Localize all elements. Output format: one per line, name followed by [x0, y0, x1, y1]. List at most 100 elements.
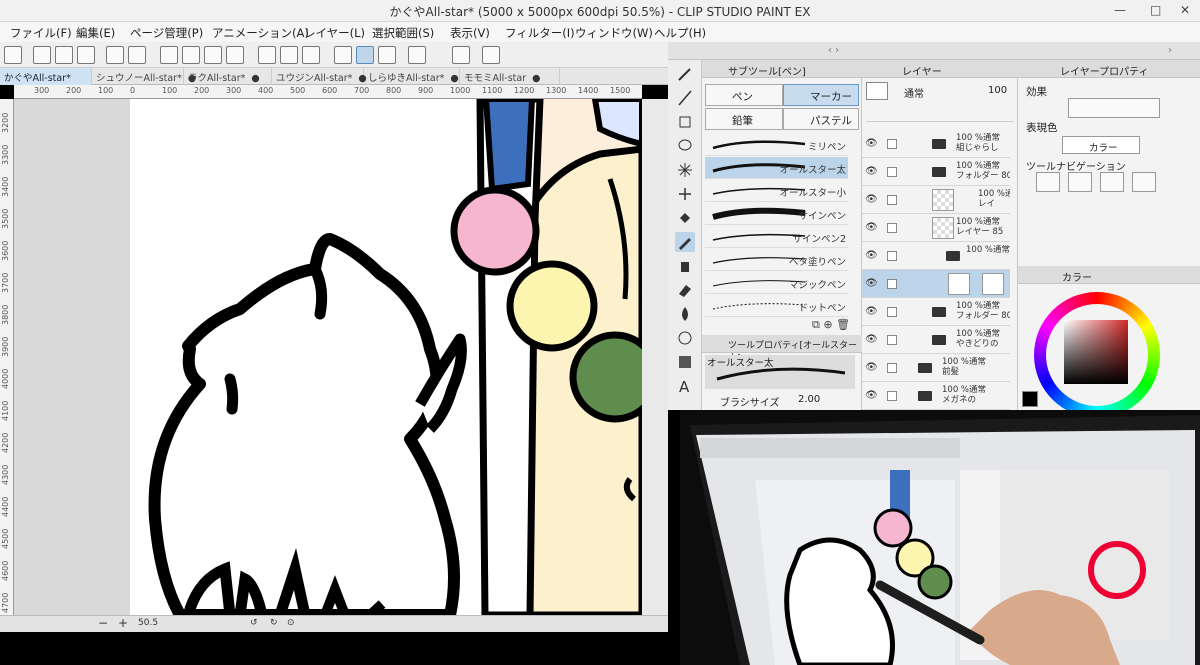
gradient-tool-icon[interactable] — [675, 352, 695, 372]
saturation-value-square[interactable] — [1064, 320, 1128, 384]
zoom-in-button[interactable]: + — [118, 616, 128, 630]
tab-shuno[interactable]: シュウノーAll-star* ● — [92, 68, 196, 85]
close-button[interactable]: ✕ — [1180, 3, 1190, 17]
color-wheel[interactable] — [1034, 292, 1160, 418]
tab-momomi[interactable]: モモミAll-star ● — [460, 68, 560, 85]
blend-tool-icon[interactable] — [675, 304, 695, 324]
brush-item[interactable]: サインペン2 — [705, 226, 848, 248]
menu-view[interactable]: 表示(V) — [450, 25, 490, 41]
eyedropper-tool-icon[interactable] — [675, 184, 695, 204]
brush-item-selected[interactable]: オールスター太 — [705, 157, 848, 179]
figure-tool-icon[interactable] — [675, 328, 695, 348]
airbrush-tool-icon[interactable] — [675, 256, 695, 276]
menu-filter[interactable]: フィルター(I) — [505, 25, 575, 41]
nav-operation-icon[interactable] — [1068, 172, 1092, 192]
layer-row[interactable]: 👁 100 %通常 フォルダー 80 — [862, 298, 1010, 326]
layer-row[interactable]: 👁 100 %通常 やきどりの — [862, 326, 1010, 354]
subtool-actions[interactable]: ⧉ ⊕ 🗑 — [812, 318, 850, 332]
transform-icon[interactable] — [226, 46, 244, 64]
effect-buttons[interactable] — [1068, 98, 1160, 118]
brush-item[interactable]: ドットペン — [705, 295, 848, 317]
maximize-button[interactable]: □ — [1150, 3, 1161, 17]
subtool-header: サブツール[ペン] — [702, 60, 862, 78]
nav-pen-icon[interactable] — [1132, 172, 1156, 192]
layer-row[interactable]: 👁 100 %通常 メガネの — [862, 382, 1010, 410]
menu-selection[interactable]: 選択範囲(S) — [372, 25, 434, 41]
menu-edit[interactable]: 編集(E) — [76, 25, 115, 41]
clear-outside-icon[interactable] — [182, 46, 200, 64]
nav-object-icon[interactable] — [1036, 172, 1060, 192]
rotate-right-icon[interactable]: ↻ — [270, 618, 278, 628]
eraser-tool-icon[interactable] — [675, 280, 695, 300]
brush-item[interactable]: マジックペン — [705, 272, 848, 294]
clear-icon[interactable] — [160, 46, 178, 64]
selection-border-icon[interactable] — [302, 46, 320, 64]
snap-special-ruler-icon[interactable] — [356, 46, 374, 64]
help-icon[interactable] — [482, 46, 500, 64]
brush-size-value[interactable]: 2.00 — [798, 394, 820, 405]
pen-tool-icon[interactable] — [675, 64, 695, 84]
nav-correct-line-icon[interactable] — [1100, 172, 1124, 192]
opacity-value[interactable]: 100 — [988, 85, 1007, 96]
deselect-icon[interactable] — [258, 46, 276, 64]
menu-window[interactable]: ウィンドウ(W) — [575, 25, 653, 41]
save-icon[interactable] — [77, 46, 95, 64]
brush-item[interactable]: サインペン — [705, 203, 848, 225]
reset-rotation-icon[interactable]: ⊙ — [287, 618, 295, 628]
layer-row[interactable]: 👁 100 %通常 レイヤー 85 — [862, 214, 1010, 242]
brush-item[interactable]: オールスター小 — [705, 180, 848, 202]
menu-layer[interactable]: レイヤー(L) — [304, 25, 365, 41]
text-tool-icon[interactable]: A — [675, 376, 695, 396]
smartphone-icon[interactable] — [452, 46, 470, 64]
layer-color-swatch[interactable] — [866, 82, 888, 100]
zoom-value[interactable]: 50.5 — [138, 618, 158, 628]
blend-mode-select[interactable]: 通常 — [904, 85, 924, 100]
tab-yujin[interactable]: ユウジンAll-star* ● — [272, 68, 367, 85]
layer-row-selected[interactable]: 👁 — [862, 270, 1010, 298]
ruler-menu-icon[interactable] — [408, 46, 426, 64]
group-marker-button[interactable]: マーカー — [783, 84, 859, 106]
layer-row[interactable]: 👁100 %通常レイ — [862, 186, 1010, 214]
tab-close-dot[interactable]: ● — [251, 73, 259, 84]
group-pen-button[interactable]: ペン — [705, 84, 783, 106]
open-file-icon[interactable] — [55, 46, 73, 64]
minimize-button[interactable]: — — [1114, 3, 1126, 17]
group-pencil-button[interactable]: 鉛筆 — [705, 108, 783, 130]
group-pastel-button[interactable]: パステル — [783, 108, 859, 130]
layer-row[interactable]: 👁 100 %通常 組じゃらし — [862, 130, 1010, 158]
expression-color-select[interactable]: カラー — [1062, 136, 1140, 154]
menu-help[interactable]: ヘルプ(H) — [654, 25, 706, 41]
lasso-tool-icon[interactable] — [675, 136, 695, 156]
layer-row[interactable]: 👁 100 %通常 フォルダー 80 — [862, 158, 1010, 186]
undo-icon[interactable] — [106, 46, 124, 64]
tab-kaguya[interactable]: かぐやAll-star* — [0, 68, 92, 85]
rotate-left-icon[interactable]: ↺ — [250, 618, 258, 628]
drawing-canvas[interactable] — [130, 99, 642, 615]
menu-animation[interactable]: アニメーション(A) — [212, 25, 309, 41]
canvas-vertical-scrollbar[interactable] — [642, 99, 668, 615]
zoom-out-button[interactable]: − — [98, 616, 108, 630]
snap-grid-icon[interactable] — [378, 46, 396, 64]
tab-close-dot[interactable]: ● — [532, 73, 540, 84]
tab-raku[interactable]: ラクAll-star* ● — [184, 68, 272, 85]
brush-item[interactable]: ミリペン — [705, 134, 848, 156]
layer-row[interactable]: 👁 100 %通常 — [862, 242, 1010, 270]
invert-selection-icon[interactable] — [280, 46, 298, 64]
new-file-icon[interactable] — [33, 46, 51, 64]
pen-tool-selected-icon[interactable] — [675, 232, 695, 252]
tab-shirayuki[interactable]: しらゆきAll-star* ● — [364, 68, 460, 85]
fill-tool-icon[interactable] — [675, 208, 695, 228]
menu-page[interactable]: ページ管理(P) — [130, 25, 203, 41]
clip-studio-icon[interactable] — [4, 46, 22, 64]
move-tool-icon[interactable] — [675, 112, 695, 132]
layer-row[interactable]: 👁 100 %通常 前髪 — [862, 354, 1010, 382]
brush-item[interactable]: ベタ塗りペン — [705, 249, 848, 271]
snap-ruler-icon[interactable] — [334, 46, 352, 64]
redo-icon[interactable] — [128, 46, 146, 64]
auto-select-tool-icon[interactable] — [675, 160, 695, 180]
tab-close-dot[interactable]: ● — [450, 73, 458, 84]
line-tool-icon[interactable] — [675, 88, 695, 108]
fill-icon[interactable] — [204, 46, 222, 64]
menu-file[interactable]: ファイル(F) — [10, 25, 72, 41]
main-color-swatch[interactable] — [1022, 391, 1038, 407]
